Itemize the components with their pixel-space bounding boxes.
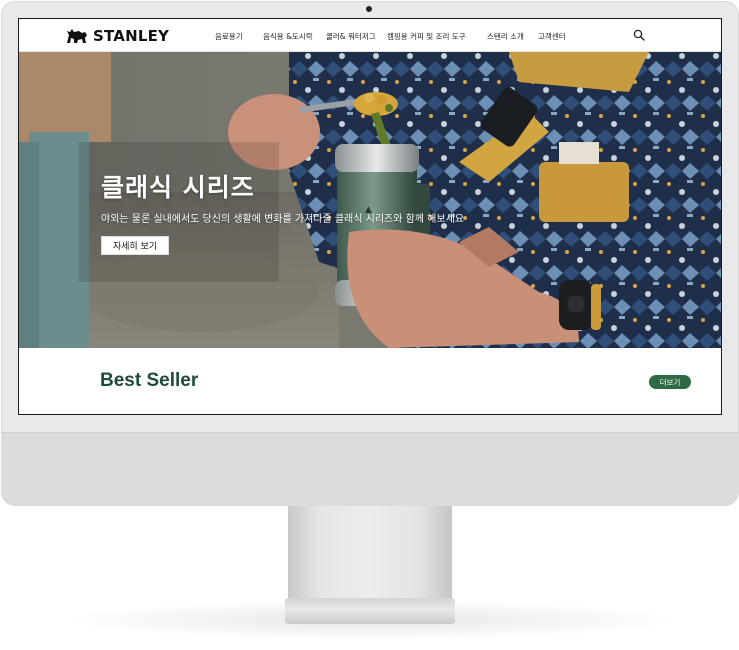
camera-icon <box>366 6 372 12</box>
bear-logo-icon <box>67 29 87 43</box>
hero-detail-button[interactable]: 자세히 보기 <box>101 236 169 255</box>
hero-banner: ▲ 클래식 시리즈 야외는 물론 실내에서도 당신의 생활에 변화를 가져다줄 … <box>19 52 721 348</box>
more-button[interactable]: 더보기 <box>649 375 691 389</box>
menu-item-camping-coffee[interactable]: 캠핑용 커피 및 조리 도구 <box>387 31 466 42</box>
search-icon[interactable] <box>633 29 645 41</box>
menu-item-about[interactable]: 스탠리 소개 <box>487 31 524 42</box>
menu-item-cooler-jug[interactable]: 쿨러& 워터저그 <box>326 31 376 42</box>
hero-subtitle: 야외는 물론 실내에서도 당신의 생활에 변화를 가져다줄 클래식 시리즈와 함… <box>101 214 464 225</box>
best-seller-title: Best Seller <box>100 370 199 391</box>
imac-stand-foot <box>285 598 455 624</box>
imac-chin <box>1 432 739 506</box>
stanley-logo[interactable]: STANLEY <box>65 26 169 46</box>
menu-item-food-lunchbox[interactable]: 음식용 &도시락 <box>263 31 313 42</box>
top-navigation: STANLEY 음료용기 음식용 &도시락 쿨러& 워터저그 캠핑용 커피 및 … <box>19 19 721 52</box>
imac-stand <box>288 503 452 603</box>
hero-title: 클래식 시리즈 <box>101 173 255 202</box>
menu-item-customer-center[interactable]: 고객센터 <box>538 31 566 42</box>
website-screen: STANLEY 음료용기 음식용 &도시락 쿨러& 워터저그 캠핑용 커피 및 … <box>18 18 722 415</box>
logo-text: STANLEY <box>93 27 170 45</box>
menu-item-drinkware[interactable]: 음료용기 <box>215 31 243 42</box>
